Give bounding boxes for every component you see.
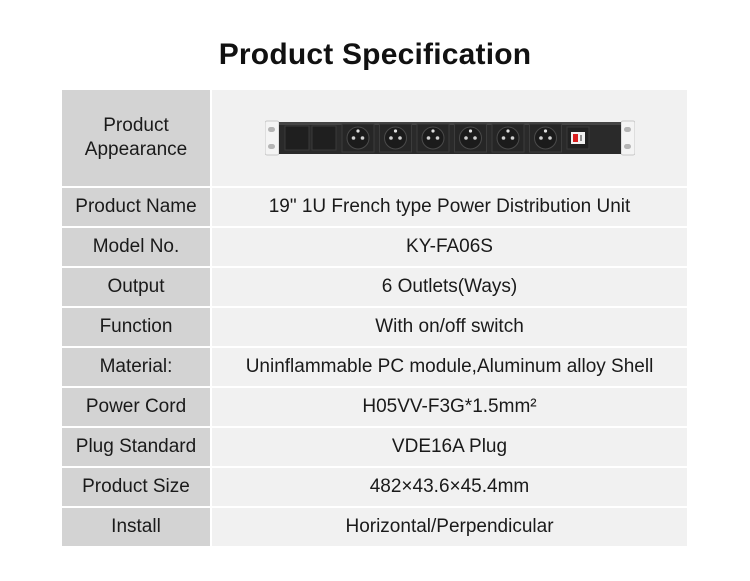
table-row: Function With on/off switch	[62, 307, 687, 348]
spec-label: Material:	[62, 347, 212, 388]
table-row: Product Name 19" 1U French type Power Di…	[62, 187, 687, 228]
table-row: Material: Uninflammable PC module,Alumin…	[62, 347, 687, 388]
spec-label: Function	[62, 307, 212, 348]
specification-table: Product Appearance Product Name 19" 1U F…	[62, 90, 687, 548]
outlet-socket-icon	[416, 123, 449, 153]
table-row: Product Size 482×43.6×45.4mm	[62, 467, 687, 508]
spec-value: Uninflammable PC module,Aluminum alloy S…	[211, 347, 687, 388]
spec-label: Model No.	[62, 227, 212, 268]
table-row-appearance: Product Appearance	[62, 90, 687, 188]
spec-value: KY-FA06S	[211, 227, 687, 268]
table-row: Install Horizontal/Perpendicular	[62, 507, 687, 548]
page-title: Product Specification	[218, 38, 532, 71]
spec-value: 19" 1U French type Power Distribution Un…	[211, 187, 687, 228]
appearance-label: Product Appearance	[62, 90, 212, 188]
appearance-label-line2: Appearance	[84, 139, 188, 160]
power-distribution-unit-image	[264, 120, 635, 156]
spec-label: Plug Standard	[62, 427, 212, 468]
outlet-socket-icon	[528, 123, 562, 153]
outlet-socket-icon	[453, 123, 487, 153]
table-row: Power Cord H05VV-F3G*1.5mm²	[62, 387, 687, 428]
spec-value: With on/off switch	[211, 307, 687, 348]
appearance-label-line1: Product	[103, 115, 169, 136]
spec-label: Product Size	[62, 467, 212, 508]
spec-label: Install	[62, 507, 212, 548]
spec-value: 482×43.6×45.4mm	[211, 467, 687, 508]
spec-value: 6 Outlets(Ways)	[211, 267, 687, 308]
outlet-socket-icon	[341, 123, 374, 153]
spec-label: Product Name	[62, 187, 212, 228]
spec-value: VDE16A Plug	[211, 427, 687, 468]
spec-value: H05VV-F3G*1.5mm²	[211, 387, 687, 428]
table-row: Plug Standard VDE16A Plug	[62, 427, 687, 468]
outlet-socket-icon	[378, 123, 412, 153]
spec-label: Power Cord	[62, 387, 212, 428]
appearance-image-cell	[211, 90, 687, 188]
outlet-socket-icon	[491, 123, 524, 153]
spec-label: Output	[62, 267, 212, 308]
spec-value: Horizontal/Perpendicular	[211, 507, 687, 548]
table-row: Model No. KY-FA06S	[62, 227, 687, 268]
table-row: Output 6 Outlets(Ways)	[62, 267, 687, 308]
